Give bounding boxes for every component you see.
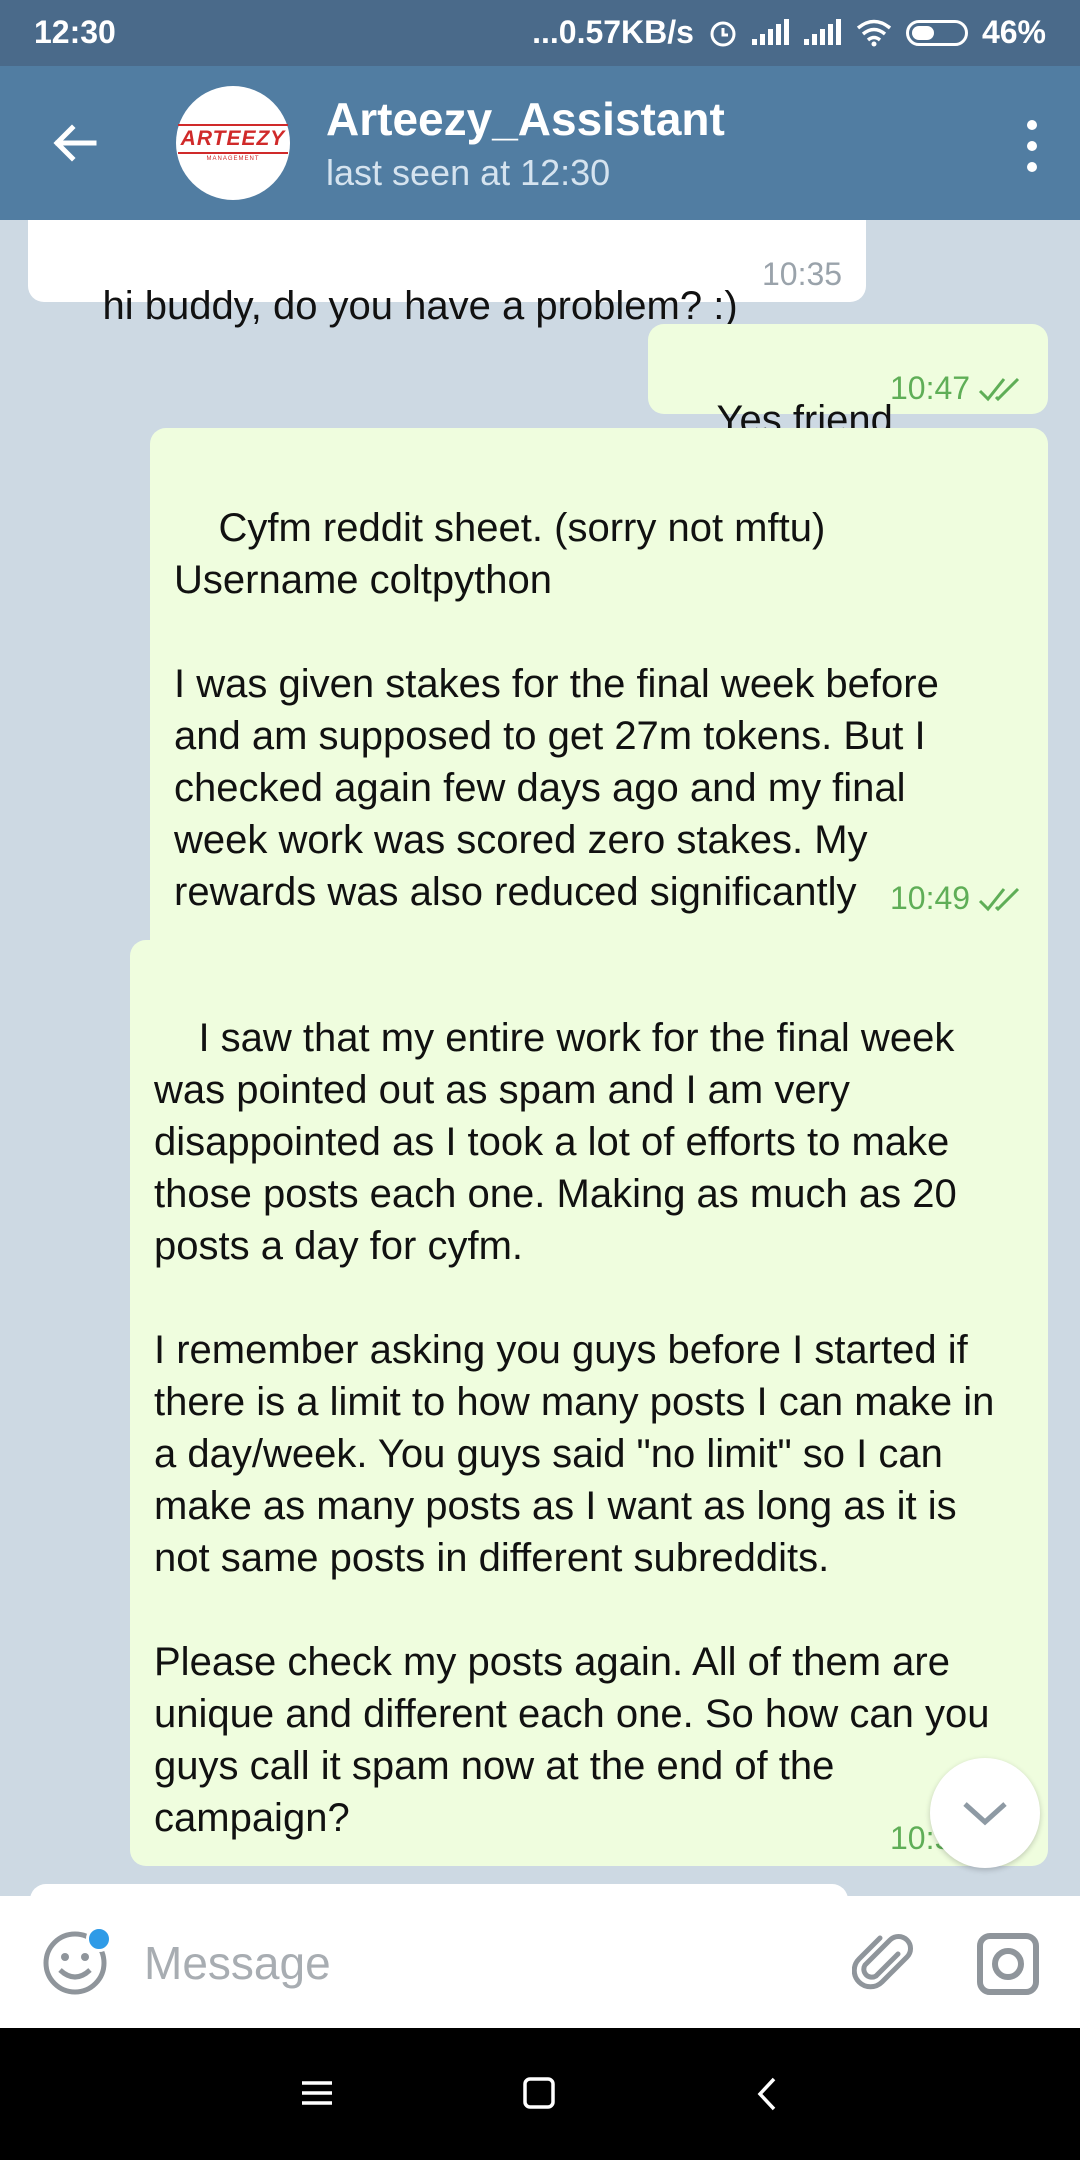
chat-title[interactable]: Arteezy_Assistant	[326, 92, 725, 146]
chevron-down-icon	[963, 1802, 1007, 1826]
recent-apps-icon[interactable]	[300, 2078, 334, 2108]
avatar-logo-subtext: MANAGEMENT	[206, 156, 260, 162]
message-timestamp: 10:35	[762, 256, 843, 292]
signal-icon	[751, 18, 790, 45]
more-options-icon[interactable]	[1026, 120, 1038, 172]
camera-icon[interactable]	[976, 1932, 1040, 1996]
scroll-to-bottom-button[interactable]	[930, 1758, 1040, 1868]
message-text: hi buddy, do you have a problem? :)	[102, 284, 738, 328]
message-timestamp: 10:47	[890, 370, 971, 406]
message-time: 10:35	[762, 256, 842, 293]
back-arrow-icon[interactable]	[50, 118, 100, 168]
signal-icon-2	[803, 18, 842, 45]
back-icon[interactable]	[756, 2076, 778, 2112]
avatar-logo-text: ARTEEZY	[177, 124, 289, 154]
message-text: I saw that my entire work for the final …	[154, 1016, 995, 1840]
message-timestamp: 10:49	[890, 880, 971, 916]
last-seen-status: last seen at 12:30	[326, 152, 611, 193]
chat-header: ARTEEZY MANAGEMENT Arteezy_Assistant las…	[0, 66, 1080, 220]
message-bubble-incoming[interactable]: hi buddy, do you have a problem? :)	[28, 220, 866, 328]
network-speed: ...0.57KB/s	[532, 14, 694, 50]
message-bubble-outgoing[interactable]: I saw that my entire work for the final …	[130, 940, 1048, 1866]
wifi-icon	[856, 19, 892, 46]
message-bubble-incoming-partial	[30, 1884, 848, 1896]
message-composer	[0, 1896, 1080, 2028]
message-time: 10:49	[890, 880, 1024, 917]
system-nav-bar	[0, 2028, 1080, 2160]
message-text: Cyfm reddit sheet. (sorry not mftu) User…	[174, 506, 939, 914]
battery-icon	[905, 19, 968, 46]
notification-dot	[86, 1926, 112, 1952]
paperclip-icon[interactable]	[852, 1932, 914, 1994]
message-input[interactable]	[142, 1926, 826, 2000]
status-icons: ...0.57KB/s 46%	[532, 14, 1046, 51]
message-time: 10:47	[890, 370, 1024, 407]
status-time: 12:30	[34, 14, 116, 50]
double-check-icon	[979, 377, 1020, 401]
double-check-icon	[979, 887, 1020, 911]
alarm-icon	[710, 21, 736, 46]
battery-percent: 46%	[981, 14, 1046, 50]
message-list[interactable]: hi buddy, do you have a problem? :) 10:3…	[0, 220, 1080, 1896]
status-bar: 12:30 ...0.57KB/s 46%	[0, 0, 1080, 66]
avatar[interactable]: ARTEEZY MANAGEMENT	[176, 86, 290, 200]
home-icon[interactable]	[522, 2076, 556, 2110]
